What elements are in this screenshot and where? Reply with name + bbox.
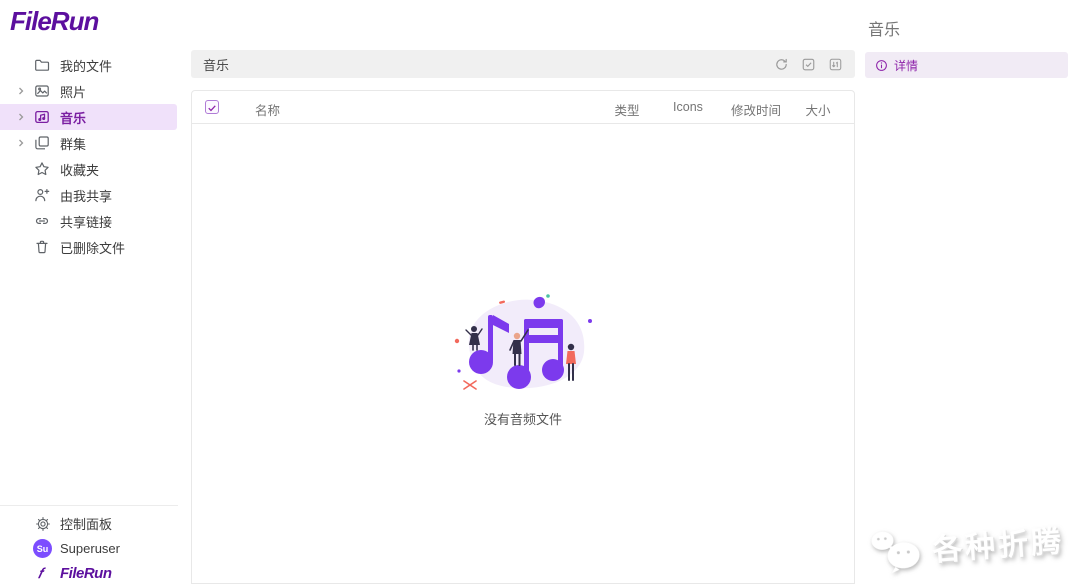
sidebar-item-label: 由我共享: [60, 188, 113, 204]
sort-icon[interactable]: [828, 57, 843, 72]
music-notes-illustration: [454, 294, 592, 390]
column-header-size[interactable]: 大小: [788, 100, 848, 119]
chevron-right-icon[interactable]: [16, 138, 26, 148]
sidebar-item-collections[interactable]: 群集: [0, 130, 186, 156]
sidebar: 我的文件 照片 音乐 群集 收藏夹 由我共享 共享链接 已删除文件: [0, 52, 186, 260]
empty-state: 没有音频文件: [192, 289, 854, 428]
sidebar-item-shared-links[interactable]: 共享链接: [0, 208, 186, 234]
sidebar-item-photos[interactable]: 照片: [0, 78, 186, 104]
sidebar-item-shared-by-me[interactable]: 由我共享: [0, 182, 186, 208]
filerun-f-icon: 𝑓: [38, 565, 43, 581]
column-header-name[interactable]: 名称: [255, 100, 280, 119]
refresh-icon[interactable]: [774, 57, 789, 72]
footer-logo: FileRun: [60, 565, 112, 582]
sidebar-item-label: 群集: [60, 136, 87, 152]
control-panel-label: 控制面板: [60, 517, 113, 532]
check-icon: [208, 105, 216, 112]
gear-icon: [36, 516, 50, 531]
share-user-icon: [35, 188, 50, 202]
sidebar-item-label: 我的文件: [60, 58, 113, 74]
folder-icon: [35, 59, 50, 71]
info-icon: [876, 59, 887, 71]
empty-message: 没有音频文件: [483, 412, 562, 427]
sidebar-item-favorites[interactable]: 收藏夹: [0, 156, 186, 182]
user-name: Superuser: [60, 541, 120, 556]
breadcrumb[interactable]: 音乐: [203, 55, 229, 74]
user-account-item[interactable]: Su Superuser: [0, 536, 178, 561]
sidebar-item-label: 已删除文件: [60, 240, 126, 256]
details-panel-title: 音乐: [868, 22, 901, 39]
select-mode-icon[interactable]: [801, 57, 816, 72]
details-tab[interactable]: 详情: [865, 52, 1068, 78]
photos-icon: [35, 85, 49, 97]
sidebar-item-label: 共享链接: [60, 214, 113, 230]
filerun-footer-item[interactable]: 𝑓 FileRun: [0, 561, 178, 585]
watermark: 各种折腾: [867, 514, 1066, 576]
wechat-bubbles-icon: [871, 531, 920, 574]
file-list-panel: 名称 类型 Icons 修改时间 大小 没有音频文件: [191, 90, 855, 584]
sidebar-item-deleted-files[interactable]: 已删除文件: [0, 234, 186, 260]
star-icon: [35, 162, 49, 176]
column-header-modified[interactable]: 修改时间: [716, 100, 796, 119]
sidebar-item-label: 音乐: [60, 110, 87, 126]
select-all-checkbox[interactable]: [205, 100, 219, 114]
collections-icon: [35, 136, 49, 150]
link-icon: [35, 218, 49, 224]
details-tab-label: 详情: [894, 58, 919, 73]
column-header-type[interactable]: 类型: [597, 100, 657, 119]
sidebar-item-label: 照片: [60, 84, 87, 100]
trash-icon: [36, 240, 48, 254]
chevron-right-icon[interactable]: [16, 112, 26, 122]
toolbar-icons: [774, 57, 843, 72]
sidebar-item-my-files[interactable]: 我的文件: [0, 52, 186, 78]
watermark-text: 各种折腾: [931, 525, 1066, 568]
music-folder-icon: [35, 110, 49, 124]
column-header-icons[interactable]: Icons: [658, 100, 718, 114]
control-panel-item[interactable]: 控制面板: [0, 511, 178, 536]
avatar: Su: [33, 539, 52, 558]
chevron-right-icon[interactable]: [16, 86, 26, 96]
sidebar-item-label: 收藏夹: [60, 162, 100, 178]
sidebar-item-music[interactable]: 音乐: [0, 104, 177, 130]
table-header-row: 名称 类型 Icons 修改时间 大小: [192, 91, 854, 124]
sidebar-footer: 控制面板 Su Superuser 𝑓 FileRun: [0, 505, 178, 585]
main-toolbar: 音乐: [191, 50, 855, 78]
app-logo[interactable]: FileRun: [10, 6, 99, 37]
